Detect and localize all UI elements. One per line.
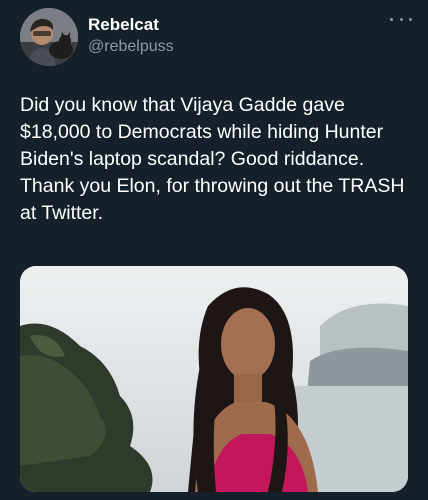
author-handle[interactable]: @rebelpuss bbox=[88, 36, 174, 58]
ellipsis-dot bbox=[409, 17, 412, 21]
avatar[interactable] bbox=[20, 8, 78, 66]
author-names: Rebelcat @rebelpuss bbox=[88, 14, 174, 58]
ellipsis-dot bbox=[390, 17, 393, 21]
avatar-image bbox=[20, 8, 78, 66]
photo-image bbox=[20, 266, 408, 492]
tweet-text: Did you know that Vijaya Gadde gave $18,… bbox=[20, 94, 405, 224]
ellipsis-icon[interactable] bbox=[390, 12, 412, 26]
tweet[interactable]: Rebelcat @rebelpuss Did you know that Vi… bbox=[0, 0, 428, 500]
tweet-photo[interactable] bbox=[20, 266, 408, 492]
tweet-header: Rebelcat @rebelpuss bbox=[20, 8, 412, 68]
ellipsis-dot bbox=[399, 17, 403, 21]
author-display-name[interactable]: Rebelcat bbox=[88, 14, 174, 36]
